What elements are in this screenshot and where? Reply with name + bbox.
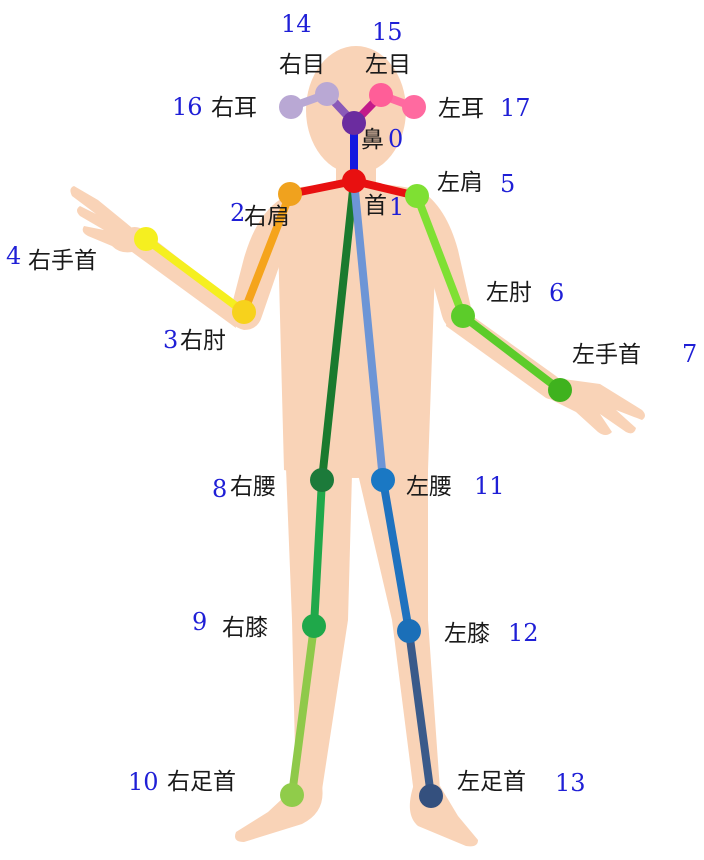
label-num-1: 1	[389, 193, 404, 221]
keypoint-3	[232, 300, 256, 324]
keypoint-13	[419, 784, 443, 808]
label-name-4: 右手首	[28, 248, 97, 274]
keypoint-8	[310, 468, 334, 492]
keypoint-15	[369, 83, 393, 107]
keypoint-9	[302, 614, 326, 638]
label-num-11: 11	[474, 472, 505, 500]
label-num-2: 2	[230, 199, 245, 227]
keypoint-2	[278, 182, 302, 206]
label-num-8: 8	[212, 475, 227, 503]
keypoint-5	[405, 184, 429, 208]
label-name-2: 右肩	[244, 204, 290, 230]
label-num-15: 15	[372, 18, 403, 46]
keypoint-11	[371, 468, 395, 492]
keypoint-16	[279, 95, 303, 119]
label-num-14: 14	[281, 10, 312, 38]
right-hand-shape	[70, 186, 142, 253]
keypoint-17	[402, 95, 426, 119]
keypoint-7	[548, 378, 572, 402]
keypoint-12	[397, 619, 421, 643]
label-name-13: 左足首	[457, 769, 526, 795]
label-num-7: 7	[682, 340, 697, 368]
label-name-12: 左膝	[444, 621, 490, 647]
label-name-3: 右肘	[180, 328, 226, 354]
label-num-0: 0	[388, 125, 403, 153]
keypoint-4	[134, 227, 158, 251]
label-name-8: 右腰	[230, 474, 276, 500]
label-num-3: 3	[163, 326, 178, 354]
label-num-9: 9	[192, 608, 207, 636]
label-name-16: 右耳	[211, 95, 257, 121]
label-name-5: 左肩	[437, 170, 483, 196]
label-name-7: 左手首	[572, 342, 641, 368]
bone-3-4	[142, 235, 248, 316]
label-num-17: 17	[500, 94, 531, 122]
label-name-11: 左腰	[406, 474, 452, 500]
label-name-1: 首	[364, 193, 387, 219]
label-num-16: 16	[172, 93, 203, 121]
label-name-6: 左肘	[486, 280, 532, 306]
bone-6-7	[459, 312, 564, 394]
label-num-10: 10	[128, 768, 159, 796]
label-name-9: 右膝	[222, 615, 268, 641]
pose-keypoint-diagram: 鼻 0 首 1 2 右肩 3 右肘 4 右手首 左肩 5 左肘 6 左手首 7 …	[6, 10, 697, 847]
label-num-6: 6	[549, 279, 564, 307]
label-name-14: 右目	[279, 52, 325, 78]
right-foot-shape	[235, 784, 323, 842]
keypoint-14	[315, 82, 339, 106]
label-num-13: 13	[555, 769, 586, 797]
label-name-10: 右足首	[167, 769, 236, 795]
label-name-0: 鼻	[361, 127, 384, 153]
keypoint-10	[280, 783, 304, 807]
label-name-17: 左耳	[438, 96, 484, 122]
label-num-4: 4	[6, 242, 21, 270]
label-num-12: 12	[508, 619, 539, 647]
keypoint-1	[342, 169, 366, 193]
label-name-15: 左目	[365, 52, 411, 78]
keypoint-6	[451, 304, 475, 328]
label-num-5: 5	[500, 170, 515, 198]
